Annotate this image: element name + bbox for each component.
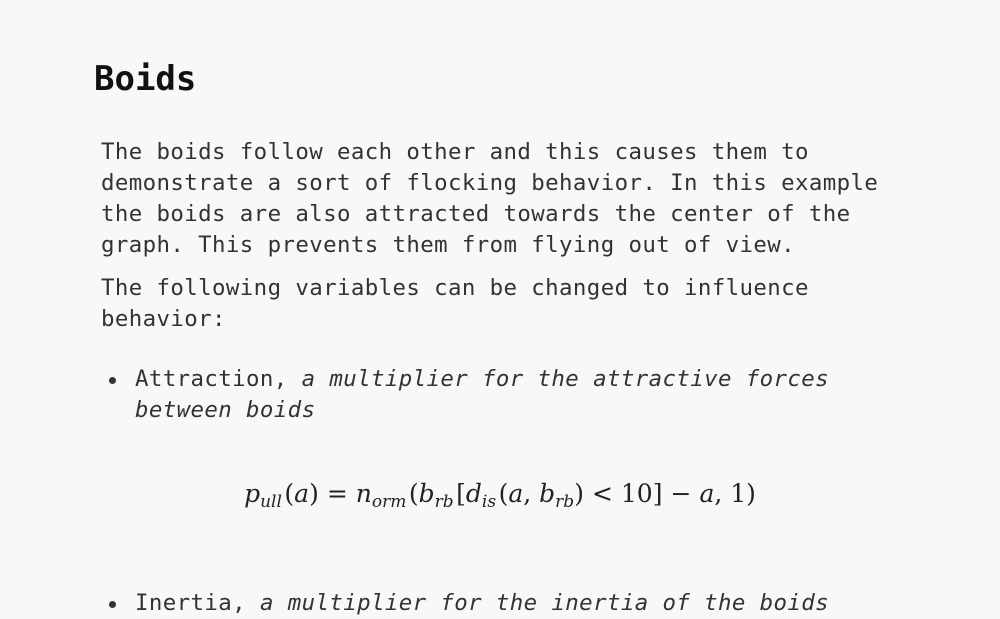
formula-threshold: 10: [620, 479, 653, 508]
formula-b-subscript: rb: [434, 492, 454, 512]
variable-name: Inertia,: [135, 590, 247, 616]
formula-minus: −: [670, 479, 692, 508]
formula-arg-2: a: [508, 479, 524, 508]
formula-arg-3: a: [699, 479, 715, 508]
formula-one: 1: [730, 479, 747, 508]
bullet-icon: [109, 601, 116, 608]
bullet-icon: [109, 377, 116, 384]
variables-list: Attraction, a multiplier for the attract…: [101, 364, 891, 426]
list-item-inertia: Inertia, a multiplier for the inertia of…: [101, 588, 925, 619]
formula-b-symbol: b: [418, 479, 435, 508]
intro-paragraph: The boids follow each other and this cau…: [101, 139, 879, 258]
variable-name: Attraction,: [135, 366, 288, 392]
page-title: Boids: [94, 59, 197, 99]
formula-less-than: <: [591, 479, 613, 508]
variables-intro-paragraph: The following variables can be changed t…: [101, 275, 809, 332]
formula-d-symbol: d: [465, 479, 482, 508]
formula-b-subscript-2: rb: [555, 492, 575, 512]
formula-equals: =: [326, 479, 348, 508]
formula-lhs-symbol: p: [244, 479, 261, 508]
list-item-attraction: Attraction, a multiplier for the attract…: [101, 364, 891, 426]
attraction-formula: pull (a) = norm (brb [dis (a, brb) <10] − a, …: [244, 479, 756, 512]
formula-fn-symbol: n: [355, 479, 372, 508]
formula-b-symbol-2: b: [539, 479, 556, 508]
variable-description: a multiplier for the inertia of the boid…: [259, 590, 830, 616]
formula-arg: a: [294, 479, 310, 508]
formula-fn-subscript: orm: [371, 492, 407, 512]
formula-lhs-subscript: ull: [260, 492, 282, 512]
formula-d-subscript: is: [481, 492, 497, 512]
